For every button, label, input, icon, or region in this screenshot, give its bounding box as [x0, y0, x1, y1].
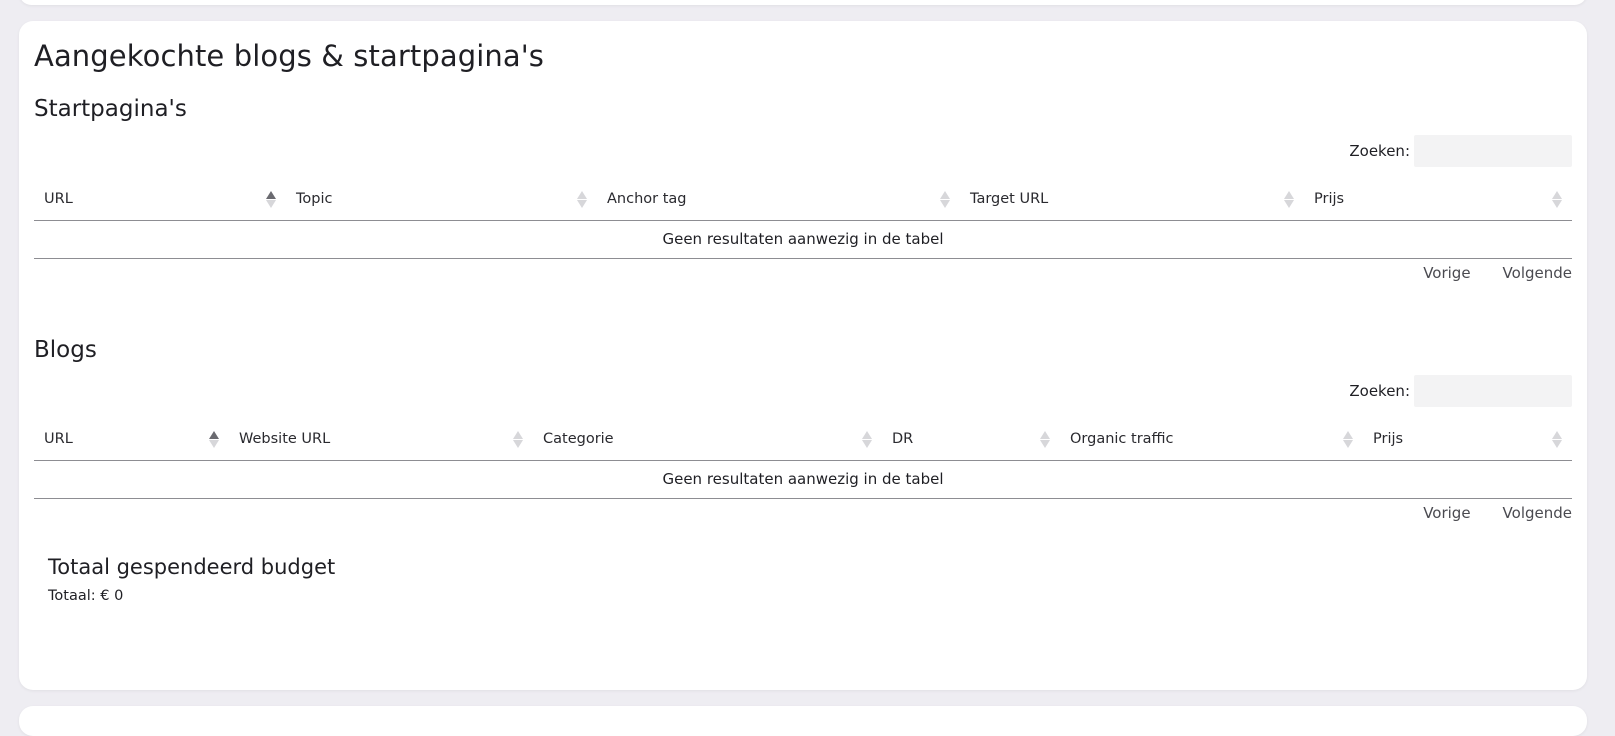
startpaginas-header-row: URL Topic Anchor tag Target URL Prijs [34, 179, 1572, 221]
blogs-title: Blogs [34, 337, 97, 363]
previous-page-button[interactable]: Vorige [1423, 264, 1470, 282]
column-header-url[interactable]: URL [34, 179, 286, 221]
budget-total: Totaal: € 0 [48, 588, 124, 604]
column-header-label: URL [44, 191, 73, 208]
empty-row: Geen resultaten aanwezig in de tabel [34, 460, 1572, 499]
sort-neutral-icon [577, 190, 587, 208]
startpaginas-pagination: Vorige Volgende [1423, 264, 1572, 282]
blogs-table: URL Website URL Categorie DR Organic tra… [34, 419, 1572, 499]
blogs-search-input[interactable] [1414, 375, 1572, 407]
column-header-topic[interactable]: Topic [286, 179, 597, 221]
column-header-target-url[interactable]: Target URL [960, 179, 1304, 221]
sort-neutral-icon [1343, 430, 1353, 448]
column-header-prijs[interactable]: Prijs [1304, 179, 1572, 221]
sort-neutral-icon [862, 430, 872, 448]
startpaginas-title: Startpagina's [34, 96, 187, 122]
column-header-label: Website URL [239, 431, 331, 448]
sort-neutral-icon [1552, 430, 1562, 448]
sort-neutral-icon [513, 430, 523, 448]
column-header-label: Topic [296, 191, 333, 208]
empty-message: Geen resultaten aanwezig in de tabel [34, 220, 1572, 259]
blogs-search: Zoeken: [1349, 375, 1572, 407]
column-header-prijs[interactable]: Prijs [1363, 419, 1572, 461]
previous-page-button[interactable]: Vorige [1423, 504, 1470, 522]
column-header-categorie[interactable]: Categorie [533, 419, 882, 461]
startpaginas-search-input[interactable] [1414, 135, 1572, 167]
column-header-url[interactable]: URL [34, 419, 229, 461]
previous-card [19, 0, 1587, 5]
column-header-label: Organic traffic [1070, 431, 1174, 448]
startpaginas-table: URL Topic Anchor tag Target URL Prijs Ge… [34, 179, 1572, 259]
sort-neutral-icon [1552, 190, 1562, 208]
column-header-label: Prijs [1314, 191, 1345, 208]
startpaginas-search-label: Zoeken: [1349, 142, 1410, 160]
sort-ascending-icon [209, 430, 219, 448]
startpaginas-search: Zoeken: [1349, 135, 1572, 167]
blogs-header-row: URL Website URL Categorie DR Organic tra… [34, 419, 1572, 461]
sort-neutral-icon [1040, 430, 1050, 448]
column-header-organic-traffic[interactable]: Organic traffic [1060, 419, 1363, 461]
next-card [19, 706, 1587, 736]
column-header-label: URL [44, 431, 73, 448]
column-header-dr[interactable]: DR [882, 419, 1060, 461]
column-header-label: Prijs [1373, 431, 1404, 448]
purchased-card: Aangekochte blogs & startpagina's Startp… [19, 21, 1587, 690]
column-header-label: DR [892, 431, 914, 448]
budget-title: Totaal gespendeerd budget [48, 555, 336, 579]
column-header-website-url[interactable]: Website URL [229, 419, 533, 461]
sort-neutral-icon [940, 190, 950, 208]
column-header-label: Anchor tag [607, 191, 687, 208]
column-header-label: Categorie [543, 431, 614, 448]
next-page-button[interactable]: Volgende [1503, 264, 1572, 282]
next-page-button[interactable]: Volgende [1503, 504, 1572, 522]
empty-message: Geen resultaten aanwezig in de tabel [34, 460, 1572, 499]
page-title: Aangekochte blogs & startpagina's [34, 39, 544, 73]
blogs-pagination: Vorige Volgende [1423, 504, 1572, 522]
blogs-search-label: Zoeken: [1349, 382, 1410, 400]
sort-ascending-icon [266, 190, 276, 208]
column-header-anchor-tag[interactable]: Anchor tag [597, 179, 960, 221]
column-header-label: Target URL [970, 191, 1049, 208]
empty-row: Geen resultaten aanwezig in de tabel [34, 220, 1572, 259]
sort-neutral-icon [1284, 190, 1294, 208]
